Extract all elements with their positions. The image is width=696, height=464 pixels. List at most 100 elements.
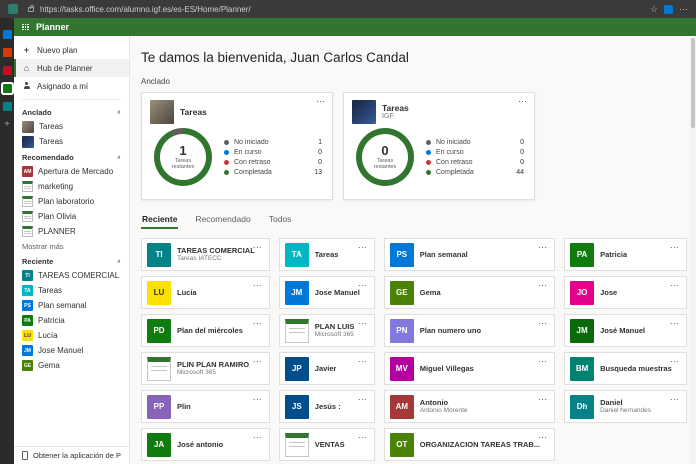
plan-tile[interactable]: JP Javier ⋯ <box>279 352 375 385</box>
plan-tile[interactable]: TI TAREAS COMERCIAL Tareas IATECC ⋯ <box>141 238 270 271</box>
tile-more-menu-icon[interactable]: ⋯ <box>358 242 367 253</box>
plan-tile[interactable]: JS Jesús : ⋯ <box>279 390 375 423</box>
tile-more-menu-icon[interactable]: ⋯ <box>670 242 679 253</box>
tile-more-menu-icon[interactable]: ⋯ <box>538 432 547 443</box>
tile-more-menu-icon[interactable]: ⋯ <box>253 318 262 329</box>
sidebar-item-assigned-to-me[interactable]: Asignado a mí <box>14 77 129 95</box>
pinned-plan-card[interactable]: Tareas IGF ⋯ 0 Tareas restantes <box>343 92 535 200</box>
sidebar-section-pinned[interactable]: Anclado ∧ <box>14 104 129 119</box>
sidebar-recommended-plan-item[interactable]: Plan Olivia <box>14 209 129 224</box>
app-shortcut-icon[interactable] <box>3 84 12 93</box>
plan-initials-avatar: JO <box>570 281 594 305</box>
sidebar-recent-plan-item[interactable]: JM Jose Manuel <box>14 343 129 358</box>
app-shortcut-icon[interactable] <box>3 30 12 39</box>
tile-more-menu-icon[interactable]: ⋯ <box>538 242 547 253</box>
plan-tile[interactable]: MV Miguel Villegas ⋯ <box>384 352 555 385</box>
plan-tile[interactable]: JO Jose ⋯ <box>564 276 687 309</box>
sidebar-recent-plan-item[interactable]: TI TAREAS COMERCIAL <box>14 268 129 283</box>
show-more-link[interactable]: Mostrar más <box>14 239 129 253</box>
card-header: Tareas <box>142 93 332 128</box>
plan-tile[interactable]: GE Gema ⋯ <box>384 276 555 309</box>
plan-initials-avatar: MV <box>390 357 414 381</box>
sidebar-recommended-plan-item[interactable]: AM Apertura de Mercado <box>14 164 129 179</box>
chevron-up-icon[interactable]: ∧ <box>117 109 121 116</box>
app-shortcut-icon[interactable] <box>3 48 12 57</box>
app-shortcut-icon[interactable] <box>3 102 12 111</box>
tile-more-menu-icon[interactable]: ⋯ <box>253 242 262 253</box>
sidebar-item-planner-hub[interactable]: ⌂ Hub de Planner <box>14 59 129 77</box>
sidebar-recent-plan-item[interactable]: PA Patricia <box>14 313 129 328</box>
plan-title: ORGANIZACION TAREAS TRAB... <box>420 440 540 449</box>
sidebar-recommended-plan-item[interactable]: marketing <box>14 179 129 194</box>
plan-tile[interactable]: JM Jose Manuel ⋯ <box>279 276 375 309</box>
plan-tile[interactable]: JM José Manuel ⋯ <box>564 314 687 347</box>
plan-tile[interactable]: PS Plan semanal ⋯ <box>384 238 555 271</box>
plan-tile[interactable]: PA Patricia ⋯ <box>564 238 687 271</box>
card-more-menu-icon[interactable]: ⋯ <box>316 96 325 107</box>
main-scrollbar[interactable] <box>690 36 696 464</box>
plan-tile[interactable]: OT ORGANIZACION TAREAS TRAB... ⋯ <box>384 428 555 461</box>
sidebar-item-new-plan[interactable]: + Nuevo plan <box>14 41 129 59</box>
scrollbar-thumb[interactable] <box>691 38 695 128</box>
tile-more-menu-icon[interactable]: ⋯ <box>358 280 367 291</box>
sidebar-pinned-plan-item[interactable]: Tareas <box>14 134 129 149</box>
sidebar-recent-plan-item[interactable]: GE Gema <box>14 358 129 373</box>
browser-profile-avatar[interactable] <box>664 5 673 14</box>
plan-tile[interactable]: AM Antonio Antonio Morente ⋯ <box>384 390 555 423</box>
pinned-plan-card[interactable]: Tareas ⋯ 1 Tareas restantes <box>141 92 333 200</box>
plan-tile[interactable]: VENTAS ⋯ <box>279 428 375 461</box>
tile-more-menu-icon[interactable]: ⋯ <box>358 318 367 329</box>
tile-more-menu-icon[interactable]: ⋯ <box>538 356 547 367</box>
plan-tile[interactable]: TA Tareas ⋯ <box>279 238 375 271</box>
plan-tile[interactable]: PD Plan del miércoles ⋯ <box>141 314 270 347</box>
tile-more-menu-icon[interactable]: ⋯ <box>253 280 262 291</box>
url-text[interactable]: https://tasks.office.com/alumno.igf.es/e… <box>40 5 251 14</box>
tile-more-menu-icon[interactable]: ⋯ <box>670 394 679 405</box>
plan-tile[interactable]: PP Plin ⋯ <box>141 390 270 423</box>
tile-more-menu-icon[interactable]: ⋯ <box>253 394 262 405</box>
app-shortcut-icon[interactable] <box>3 66 12 75</box>
plan-tile-text: Plan del miércoles <box>177 326 243 335</box>
plan-tile-text: Javier <box>315 364 337 373</box>
sidebar-pinned-plan-item[interactable]: Tareas <box>14 119 129 134</box>
plan-tile[interactable]: JA José antonio ⋯ <box>141 428 270 461</box>
browser-more-menu-icon[interactable]: ⋯ <box>679 5 688 14</box>
tile-more-menu-icon[interactable]: ⋯ <box>538 280 547 291</box>
tile-more-menu-icon[interactable]: ⋯ <box>358 432 367 443</box>
plan-tile[interactable]: LU Lucía ⋯ <box>141 276 270 309</box>
tile-more-menu-icon[interactable]: ⋯ <box>253 432 262 443</box>
sidebar-recent-plan-item[interactable]: LU Lucía <box>14 328 129 343</box>
rail-add-icon[interactable]: + <box>4 120 10 130</box>
tab-recomendado[interactable]: Recomendado <box>194 214 251 229</box>
favorites-star-icon[interactable]: ☆ <box>650 5 658 14</box>
plan-tile[interactable]: PN Plan numero uno ⋯ <box>384 314 555 347</box>
plan-tile[interactable]: Dh Daniel Daniel hernandes ⋯ <box>564 390 687 423</box>
sidebar-recent-plan-item[interactable]: TA Tareas <box>14 283 129 298</box>
plan-tile[interactable]: BM Busqueda muestras ⋯ <box>564 352 687 385</box>
chevron-up-icon[interactable]: ∧ <box>117 154 121 161</box>
tile-more-menu-icon[interactable]: ⋯ <box>538 318 547 329</box>
tile-more-menu-icon[interactable]: ⋯ <box>670 280 679 291</box>
tile-more-menu-icon[interactable]: ⋯ <box>358 356 367 367</box>
tab-todos[interactable]: Todos <box>268 214 293 229</box>
app-launcher-waffle-icon[interactable] <box>22 24 29 31</box>
tile-more-menu-icon[interactable]: ⋯ <box>253 356 262 367</box>
tab-reciente[interactable]: Reciente <box>141 214 178 229</box>
get-planner-app-link[interactable]: Obtener la aplicación de Pl... <box>14 446 129 464</box>
tile-more-menu-icon[interactable]: ⋯ <box>670 356 679 367</box>
sidebar-recommended-plan-item[interactable]: Plan laboratorio <box>14 194 129 209</box>
sidebar-recent-plan-item[interactable]: PS Plan semanal <box>14 298 129 313</box>
plan-tile[interactable]: PLIN PLAN RAMIRO Microsoft 365 ⋯ <box>141 352 270 385</box>
tile-more-menu-icon[interactable]: ⋯ <box>670 318 679 329</box>
sidebar-section-recommended[interactable]: Recomendado ∧ <box>14 149 129 164</box>
plan-tile[interactable]: PLAN LUIS Microsoft 365 ⋯ <box>279 314 375 347</box>
sidebar-recommended-plan-item[interactable]: PLANNER <box>14 224 129 239</box>
card-more-menu-icon[interactable]: ⋯ <box>518 96 527 107</box>
chevron-up-icon[interactable]: ∧ <box>117 258 121 265</box>
plan-initials-avatar: PN <box>390 319 414 343</box>
ssl-lock-icon <box>28 7 34 12</box>
sidebar-section-recent[interactable]: Reciente ∧ <box>14 253 129 268</box>
plan-initials-avatar: AM <box>390 395 414 419</box>
tile-more-menu-icon[interactable]: ⋯ <box>538 394 547 405</box>
tile-more-menu-icon[interactable]: ⋯ <box>358 394 367 405</box>
